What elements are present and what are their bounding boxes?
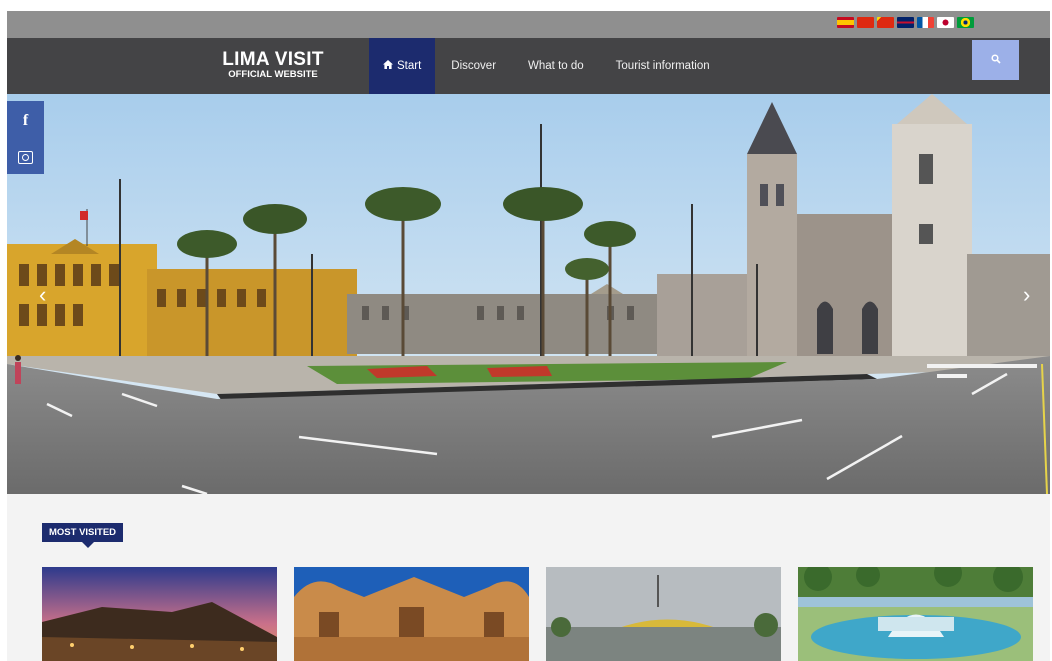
fountain-image <box>798 567 1033 661</box>
main-navbar: LIMA VISIT OFFICIAL WEBSITE Start Discov… <box>7 38 1050 94</box>
slider-prev-arrow[interactable]: ‹ <box>39 282 46 308</box>
nav-start-label: Start <box>397 60 422 72</box>
nav-discover[interactable]: Discover <box>435 38 512 94</box>
nav-tourist-information-label: Tourist information <box>615 60 710 72</box>
nav-what-to-do[interactable]: What to do <box>512 38 600 94</box>
church-image <box>294 567 529 661</box>
most-visited-cards <box>42 567 1033 661</box>
language-flags <box>837 17 974 28</box>
france-flag-icon[interactable] <box>917 17 934 28</box>
main-nav: Start Discover What to do Tourist inform… <box>369 38 726 94</box>
search-button[interactable] <box>972 40 1019 80</box>
china-flag-icon[interactable] <box>877 17 894 28</box>
facebook-icon[interactable]: f <box>23 112 28 130</box>
language-bar <box>7 11 1050 38</box>
nav-discover-label: Discover <box>451 60 497 72</box>
brazil-flag-icon[interactable] <box>957 17 974 28</box>
huaca-image <box>42 567 277 661</box>
nav-what-to-do-label: What to do <box>528 60 584 72</box>
slider-next-arrow[interactable]: › <box>1023 282 1030 308</box>
hero-slider[interactable]: ‹ › <box>7 94 1050 494</box>
china-flag-icon[interactable] <box>857 17 874 28</box>
social-sidebar: f <box>7 101 44 174</box>
uk-flag-icon[interactable] <box>897 17 914 28</box>
site-logo[interactable]: LIMA VISIT OFFICIAL WEBSITE <box>212 49 334 80</box>
section-title: MOST VISITED <box>42 523 124 548</box>
home-icon <box>383 60 393 72</box>
japan-flag-icon[interactable] <box>937 17 954 28</box>
arch-image <box>546 567 781 661</box>
instagram-icon[interactable] <box>18 150 33 164</box>
card-church[interactable] <box>294 567 529 661</box>
page-frame: LIMA VISIT OFFICIAL WEBSITE Start Discov… <box>7 11 1050 661</box>
logo-subtitle: OFFICIAL WEBSITE <box>228 69 318 80</box>
hero-image-plaza-mayor <box>7 94 1050 494</box>
card-huaca[interactable] <box>42 567 277 661</box>
spain-flag-icon[interactable] <box>837 17 854 28</box>
nav-start[interactable]: Start <box>369 38 436 94</box>
card-fountain[interactable] <box>798 567 1033 661</box>
logo-title: LIMA VISIT <box>222 49 324 70</box>
search-icon <box>990 51 1001 69</box>
card-arch[interactable] <box>546 567 781 661</box>
nav-tourist-information[interactable]: Tourist information <box>600 38 726 94</box>
